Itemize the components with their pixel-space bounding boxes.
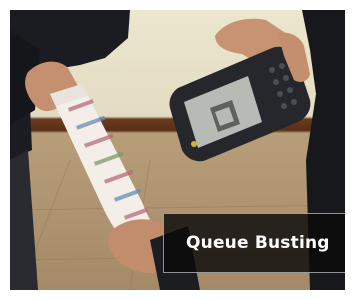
image-frame: Queue Busting bbox=[0, 0, 355, 300]
caption-overlay: Queue Busting bbox=[163, 213, 345, 273]
caption-text: Queue Busting bbox=[186, 233, 330, 253]
left-person-leg bbox=[10, 150, 38, 290]
scanner-indicator bbox=[191, 141, 197, 147]
